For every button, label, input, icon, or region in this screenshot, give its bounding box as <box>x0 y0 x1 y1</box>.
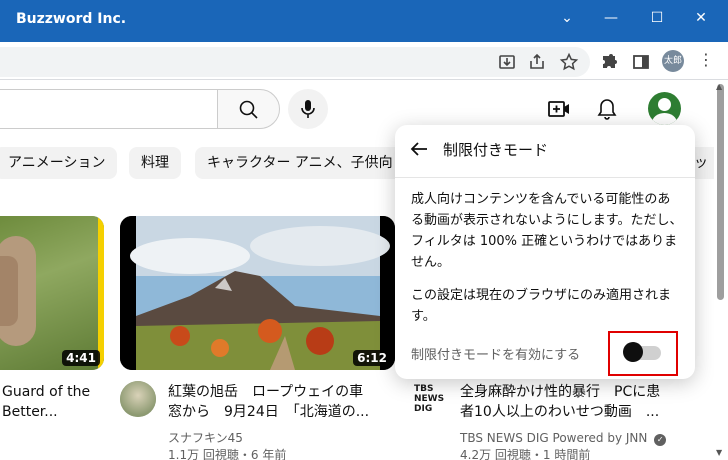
microphone-icon <box>301 100 315 118</box>
video-duration: 4:41 <box>62 350 100 366</box>
video-title[interactable]: 紅葉の旭岳 ロープウェイの車 窓から 9月24日 「北海道の... <box>168 382 369 422</box>
mountain-thumbnail-image <box>120 216 395 370</box>
search-icon <box>239 100 258 119</box>
share-icon[interactable] <box>527 52 547 72</box>
video-title[interactable]: Guard of the Better... <box>2 382 90 422</box>
voice-search-button[interactable] <box>288 89 328 129</box>
maximize-button[interactable]: ☐ <box>642 6 672 30</box>
screen: Buzzword Inc. ⌄ — ☐ ✕ 太郎 ⋮ アニメーション 料理 キャ… <box>0 0 728 460</box>
extensions-icon[interactable] <box>599 52 619 72</box>
account-avatar[interactable] <box>648 92 681 125</box>
create-video-icon[interactable] <box>546 96 572 122</box>
chip-partial[interactable]: ッ <box>694 147 714 179</box>
chip-character-anime[interactable]: キャラクター アニメ、子供向 <box>195 147 405 179</box>
search-button[interactable] <box>217 89 280 129</box>
toggle-knob[interactable] <box>623 342 643 362</box>
restricted-mode-popup: 制限付きモード 成人向けコンテンツを含んでいる可能性のある動画が表示されないよう… <box>395 125 695 379</box>
tbs-news-dig-logo[interactable]: TBS NEWS DIG <box>414 384 448 414</box>
window-titlebar: Buzzword Inc. ⌄ — ☐ ✕ <box>0 0 728 42</box>
video-duration: 6:12 <box>353 350 391 366</box>
window-title: Buzzword Inc. <box>16 11 127 27</box>
popup-note: この設定は現在のブラウザにのみ適用されます。 <box>411 288 672 324</box>
verified-badge-icon: ✓ <box>654 434 667 446</box>
video-thumbnail[interactable]: 4:41 <box>0 216 104 370</box>
popup-divider <box>395 177 695 178</box>
video-stats: 4.2万 回視聴・1 時間前 <box>460 448 591 460</box>
popup-title: 制限付きモード <box>443 141 549 159</box>
video-stats: 1.1万 回視聴・6 年前 <box>168 448 287 460</box>
install-app-icon[interactable] <box>497 52 517 72</box>
close-button[interactable]: ✕ <box>686 6 716 30</box>
back-arrow-icon[interactable] <box>407 137 431 161</box>
scroll-up-icon[interactable]: ▲ <box>716 82 722 91</box>
scrollbar-thumb[interactable] <box>717 84 724 300</box>
channel-name[interactable]: スナフキン45 <box>168 429 243 447</box>
channel-name[interactable]: TBS NEWS DIG Powered by JNN ✓ <box>460 429 667 447</box>
profile-avatar[interactable]: 太郎 <box>662 50 684 72</box>
video-thumbnail[interactable]: 6:12 <box>120 216 395 370</box>
minimize-button[interactable]: — <box>596 6 626 30</box>
video-title[interactable]: 全身麻酔かけ性的暴行 PCに患 者10人以上のわいせつ動画 ... <box>460 382 660 422</box>
browser-toolbar: 太郎 ⋮ <box>0 42 728 80</box>
scroll-down-icon[interactable]: ▼ <box>716 448 722 457</box>
bookmark-star-icon[interactable] <box>559 52 579 72</box>
search-input[interactable] <box>0 89 218 129</box>
restricted-mode-toggle-label: 制限付きモードを有効にする <box>411 348 581 363</box>
side-panel-icon[interactable] <box>631 52 651 72</box>
popup-description: 成人向けコンテンツを含んでいる可能性のある動画が表示されないようにします。ただし… <box>411 192 683 270</box>
channel-avatar[interactable] <box>120 381 156 417</box>
notifications-bell-icon[interactable] <box>594 96 620 122</box>
chip-cooking[interactable]: 料理 <box>129 147 181 179</box>
chip-animation[interactable]: アニメーション <box>0 147 118 179</box>
chevron-down-icon[interactable]: ⌄ <box>552 6 582 30</box>
more-menu-icon[interactable]: ⋮ <box>698 50 714 69</box>
